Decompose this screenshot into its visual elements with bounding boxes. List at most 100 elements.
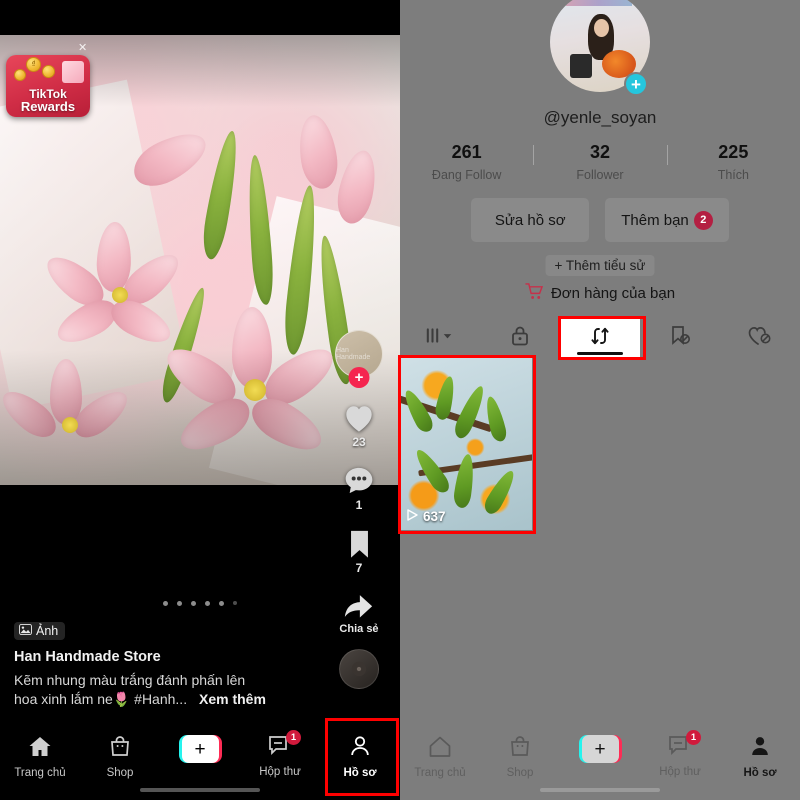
- gift-icon: [62, 61, 84, 83]
- stat-likes[interactable]: 225 Thích: [666, 142, 800, 182]
- profile-handle[interactable]: @yenle_soyan: [400, 108, 800, 128]
- stat-likes-label: Thích: [717, 168, 749, 182]
- music-disc-icon[interactable]: [339, 649, 379, 689]
- video-thumbnail[interactable]: 637: [400, 358, 532, 530]
- caption-author[interactable]: Han Handmade Store: [14, 649, 314, 665]
- play-count: 637: [407, 509, 446, 524]
- see-more-link[interactable]: Xem thêm: [199, 691, 266, 707]
- comment-icon: [343, 465, 375, 496]
- saved-tab[interactable]: [640, 318, 720, 358]
- nav-shop-label: Shop: [106, 767, 134, 779]
- profile-tabs: [400, 318, 800, 358]
- nav-inbox[interactable]: 1 Hộp thư: [640, 730, 720, 778]
- profile-action-buttons: Sửa hồ sơ Thêm bạn 2: [400, 198, 800, 242]
- nav-profile-label: Hồ sơ: [343, 767, 377, 779]
- cart-icon: [525, 283, 544, 304]
- add-bio-button[interactable]: + Thêm tiểu sử: [545, 255, 655, 276]
- profile-person-icon: [349, 735, 371, 762]
- right-bottom-nav: Trang chủ Shop + 1 Hộp thư Hồ sơ: [400, 726, 800, 800]
- stat-followers-value: 32: [589, 142, 610, 162]
- share-button[interactable]: Chia sẻ: [339, 591, 379, 635]
- nav-home-label: Trang chủ: [414, 767, 466, 779]
- plus-create-icon[interactable]: +: [178, 735, 222, 763]
- bookmark-count: 7: [355, 561, 363, 575]
- your-orders-label: Đơn hàng của bạn: [550, 285, 676, 302]
- home-indicator: [140, 788, 260, 792]
- stat-likes-value: 225: [718, 142, 749, 162]
- nav-home[interactable]: Trang chủ: [0, 735, 80, 779]
- bookmark-icon: [345, 528, 374, 559]
- follow-plus-button[interactable]: +: [348, 367, 370, 388]
- stat-followers-label: Follower: [576, 168, 624, 182]
- profile-stats: 261 Đang Follow 32 Follower 225 Thích: [400, 142, 800, 182]
- private-tab[interactable]: [480, 318, 560, 358]
- nav-inbox[interactable]: 1 Hộp thư: [240, 730, 320, 778]
- lock-icon: [510, 325, 530, 352]
- your-orders-row[interactable]: Đơn hàng của bạn: [400, 283, 800, 304]
- edit-profile-button[interactable]: Sửa hồ sơ: [471, 198, 590, 242]
- nav-profile[interactable]: Hồ sơ: [720, 735, 800, 779]
- nav-profile-label: Hồ sơ: [743, 767, 777, 779]
- home-icon: [428, 735, 452, 762]
- photo-type-pill: Ảnh: [14, 622, 66, 640]
- inbox-badge: 1: [686, 730, 701, 745]
- active-tab-underline: [577, 351, 623, 355]
- stat-followers[interactable]: 32 Follower: [533, 142, 666, 182]
- image-icon: [19, 624, 32, 638]
- bookmark-button[interactable]: 7: [345, 528, 374, 575]
- coin-icon: [42, 65, 55, 78]
- rewards-line1: TikTok: [29, 86, 67, 101]
- caption-line-1: Kẽm nhung màu trắng đánh phấn lên: [14, 672, 246, 688]
- nav-create[interactable]: +: [160, 735, 240, 763]
- stat-following[interactable]: 261 Đang Follow: [400, 142, 533, 182]
- share-label: Chia sẻ: [339, 623, 379, 635]
- shop-bag-icon: [109, 735, 131, 762]
- nav-home-label: Trang chủ: [14, 767, 66, 779]
- coin-icon: ₫: [26, 57, 41, 72]
- home-icon: [28, 735, 52, 762]
- nav-shop[interactable]: Shop: [80, 735, 160, 779]
- nav-home[interactable]: Trang chủ: [400, 735, 480, 779]
- play-triangle-icon: [407, 509, 418, 524]
- inbox-icon: 1: [268, 730, 301, 761]
- add-friend-badge: 2: [693, 210, 713, 230]
- add-friend-label: Thêm bạn: [621, 211, 689, 229]
- play-count-value: 637: [423, 509, 446, 524]
- nav-shop[interactable]: Shop: [480, 735, 560, 779]
- comment-count: 1: [355, 498, 363, 512]
- stat-following-label: Đang Follow: [431, 168, 502, 182]
- grid-playlist-icon: [425, 327, 455, 350]
- comment-button[interactable]: 1: [343, 465, 375, 512]
- caption-line-2: hoa xinh lắm ne🌷 #Hanh...: [14, 690, 188, 707]
- playlist-tab[interactable]: [400, 318, 480, 358]
- avatar-name: Han Handmade: [336, 347, 371, 361]
- coin-icon: [14, 69, 26, 81]
- nav-profile[interactable]: Hồ sơ: [320, 735, 400, 779]
- inbox-badge: 1: [286, 730, 301, 745]
- close-icon[interactable]: ✕: [78, 43, 87, 54]
- bookmark-off-icon: [668, 325, 692, 352]
- heart-off-icon: [747, 325, 773, 352]
- like-button[interactable]: 23: [342, 402, 376, 449]
- screenshot-root: ✕ ₫ TikTok Rewards Han Handmade + 23 1 7…: [0, 0, 800, 800]
- shop-bag-icon: [509, 735, 531, 762]
- rewards-line2: Rewards: [20, 98, 76, 114]
- left-bottom-nav: Trang chủ Shop + 1 Hộp thư Hồ sơ: [0, 726, 400, 800]
- stat-following-value: 261: [451, 142, 482, 162]
- share-arrow-icon: [342, 591, 375, 621]
- tiktok-rewards-badge[interactable]: ₫ TikTok Rewards: [6, 55, 90, 117]
- edit-profile-label: Sửa hồ sơ: [494, 211, 566, 229]
- repost-tab[interactable]: [560, 318, 640, 358]
- repost-icon: [588, 324, 612, 353]
- nav-create[interactable]: +: [560, 735, 640, 763]
- nav-inbox-label: Hộp thư: [259, 766, 301, 778]
- action-rail: Han Handmade + 23 1 7 Chia sẻ: [330, 330, 388, 689]
- nav-inbox-label: Hộp thư: [659, 766, 701, 778]
- avatar[interactable]: Han Handmade +: [335, 330, 383, 388]
- rewards-label: TikTok Rewards: [20, 86, 76, 114]
- avatar-add-button[interactable]: +: [624, 72, 648, 96]
- plus-create-icon[interactable]: +: [578, 735, 622, 763]
- caption-text: Kẽm nhung màu trắng đánh phấn lên hoa xi…: [14, 671, 314, 709]
- add-friend-button[interactable]: Thêm bạn 2: [605, 198, 729, 242]
- liked-tab[interactable]: [720, 318, 800, 358]
